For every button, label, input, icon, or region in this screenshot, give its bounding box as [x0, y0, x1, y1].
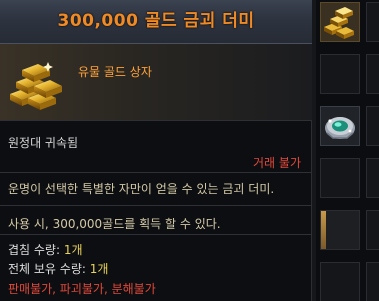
inventory-slot[interactable]	[366, 158, 379, 198]
inventory-slot[interactable]	[366, 54, 379, 94]
game-ui: 300,000 골드 금괴 더미 유물 골드 상자 원정대 귀속됨 거래 불가 …	[0, 0, 379, 301]
inventory-slot[interactable]	[320, 262, 360, 301]
item-restrictions: 판매불가, 파괴불가, 분해불가	[8, 282, 156, 296]
item-description: 운명이 선택한 특별한 자만이 얻을 수 있는 금괴 더미.	[8, 182, 275, 196]
item-header: 유물 골드 상자	[0, 44, 312, 120]
item-tooltip: 300,000 골드 금괴 더미 유물 골드 상자 원정대 귀속됨 거래 불가 …	[0, 0, 312, 301]
inventory-column	[316, 0, 379, 301]
item-grade: 유물 골드 상자	[78, 65, 152, 79]
inventory-slot[interactable]	[320, 54, 360, 94]
bound-status: 원정대 귀속됨	[8, 136, 79, 150]
inventory-slot[interactable]	[366, 106, 379, 146]
inventory-slot[interactable]	[320, 210, 360, 250]
tooltip-title-bar: 300,000 골드 금괴 더미	[0, 0, 312, 44]
gem-chest-icon	[321, 107, 359, 145]
total-value: 1개	[89, 262, 109, 276]
inventory-slot[interactable]	[320, 2, 360, 42]
divider	[0, 120, 312, 121]
slot-edge	[321, 211, 326, 249]
item-name: 300,000 골드 금괴 더미	[57, 11, 255, 31]
stack-label: 겹침 수량:	[8, 243, 64, 257]
trade-status: 거래 불가	[253, 156, 301, 170]
inventory-slot[interactable]	[366, 262, 379, 301]
gold-bars-icon	[321, 3, 359, 41]
inventory-slot[interactable]	[366, 210, 379, 250]
total-quantity: 전체 보유 수량: 1개	[8, 260, 108, 277]
stack-quantity: 겹침 수량: 1개	[8, 241, 83, 258]
gold-bars-icon	[8, 56, 64, 112]
inventory-slot[interactable]	[320, 106, 360, 146]
divider	[0, 205, 312, 206]
total-label: 전체 보유 수량:	[8, 262, 90, 276]
use-effect: 사용 시, 300,000골드를 획득 할 수 있다.	[8, 217, 221, 231]
divider	[0, 172, 312, 173]
inventory-slot[interactable]	[320, 158, 360, 198]
stack-value: 1개	[63, 243, 83, 257]
inventory-slot[interactable]	[366, 2, 379, 42]
divider	[0, 234, 312, 235]
